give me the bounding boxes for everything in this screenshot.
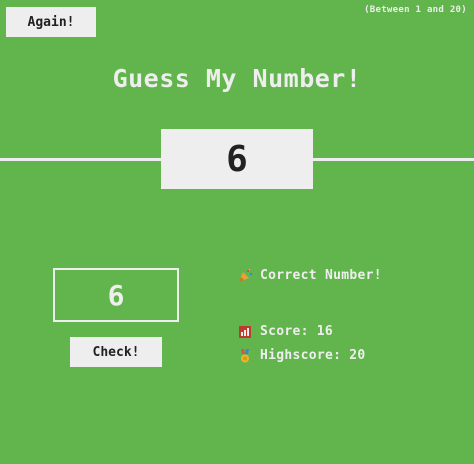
- score-label: Score:: [260, 324, 309, 339]
- message-text: Correct Number!: [260, 268, 382, 283]
- secret-number: 6: [161, 129, 313, 189]
- again-button[interactable]: Again!: [6, 7, 96, 37]
- check-button[interactable]: Check!: [70, 337, 162, 367]
- range-hint: (Between 1 and 20): [364, 5, 467, 15]
- highscore-value: 20: [349, 348, 366, 363]
- chart-icon: [238, 325, 252, 339]
- page-title: Guess My Number!: [112, 64, 362, 93]
- message-row: Correct Number!: [238, 268, 382, 283]
- highscore-label: Highscore:: [260, 348, 342, 363]
- medal-icon: [238, 348, 252, 363]
- highscore-row: Highscore: 20: [238, 348, 366, 363]
- score-row: Score: 16: [238, 324, 333, 339]
- party-popper-icon: [238, 268, 252, 283]
- guess-input[interactable]: [53, 268, 179, 322]
- score-value: 16: [316, 324, 334, 339]
